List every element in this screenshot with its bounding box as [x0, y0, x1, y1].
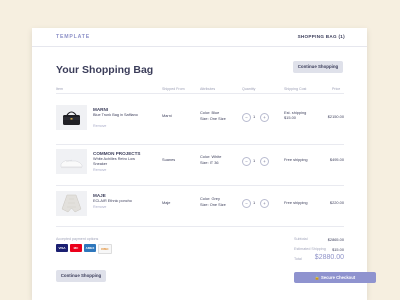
attribute-size: Size: IT 36 [200, 160, 219, 165]
column-header-shipping-cost: Shipping Cost [284, 87, 307, 91]
mastercard-icon: MC [70, 244, 82, 252]
product-thumbnail[interactable] [56, 105, 87, 130]
column-header-item: Item [56, 87, 63, 91]
shopping-bag-link[interactable]: SHOPPING BAG (1) [298, 34, 345, 39]
product-brand: MAJE [93, 193, 106, 198]
poncho-image-icon [61, 194, 82, 213]
decrease-quantity-button[interactable]: − [242, 199, 251, 208]
quantity-stepper: − 1 + [242, 199, 270, 208]
secure-checkout-button[interactable]: 🔒 Secure Checkout [294, 272, 376, 283]
top-bar: TEMPLATE SHOPPING BAG (1) [32, 28, 367, 47]
increase-quantity-button[interactable]: + [260, 113, 269, 122]
decrease-quantity-button[interactable]: − [242, 157, 251, 166]
attribute-size: Size: One Size [200, 116, 226, 121]
lock-icon: 🔒 [314, 275, 320, 280]
remove-item-link[interactable]: Remove [93, 205, 106, 209]
total-label: Total [294, 257, 302, 261]
shipping-cost: Est. shipping $15.00 [284, 110, 307, 121]
shipping-value: $15.00 [332, 247, 344, 252]
amex-card-icon: AMEX [84, 244, 96, 252]
secure-checkout-label: Secure Checkout [320, 275, 356, 280]
continue-shopping-button-bottom[interactable]: Continue Shopping [56, 270, 106, 282]
product-brand: MARNI [93, 107, 109, 112]
attribute-color: Color: Blue [200, 110, 220, 115]
row-divider [56, 226, 344, 227]
subtotal-label: Subtotal [294, 237, 308, 241]
quantity-value[interactable]: 1 [253, 114, 255, 119]
shipped-from: Suanes [162, 157, 176, 162]
row-divider [56, 185, 344, 186]
decrease-quantity-button[interactable]: − [242, 113, 251, 122]
page-title: Your Shopping Bag [56, 64, 154, 76]
quantity-value[interactable]: 1 [253, 200, 255, 205]
visa-card-icon: VISA [56, 244, 68, 252]
item-price: $220.00 [329, 200, 344, 205]
product-name[interactable]: ECLAIR Ethnic poncho [93, 199, 143, 204]
shipping-cost: Free shipping [284, 157, 308, 162]
row-divider [56, 144, 344, 145]
column-header-attributes: Attributes [200, 87, 216, 91]
product-thumbnail[interactable] [56, 191, 87, 216]
column-header-quantity: Quantity [242, 87, 256, 91]
quantity-stepper: − 1 + [242, 113, 270, 122]
quantity-stepper: − 1 + [242, 157, 270, 166]
product-thumbnail[interactable] [56, 149, 87, 174]
quantity-value[interactable]: 1 [253, 158, 255, 163]
increase-quantity-button[interactable]: + [260, 199, 269, 208]
product-name[interactable]: Blue Trunk Bag in Saffiano [93, 113, 143, 118]
header-divider [56, 93, 344, 94]
brand-logo[interactable]: TEMPLATE [56, 34, 90, 40]
discover-card-icon: DISC [98, 244, 112, 254]
product-name[interactable]: White Achilles Retro Low Sneaker [93, 157, 143, 168]
continue-shopping-button-top[interactable]: Continue Shopping [293, 61, 343, 73]
remove-item-link[interactable]: Remove [93, 124, 106, 128]
item-price: $2150.00 [327, 114, 344, 119]
shipped-from: Maje [162, 200, 171, 205]
product-brand: COMMON PROJECTS [93, 151, 141, 156]
bag-image-icon [63, 111, 80, 125]
shipping-cost: Free shipping [284, 200, 308, 205]
column-header-shipped-from: Shipped From [162, 87, 185, 91]
shipping-label: Estimated Shipping [294, 247, 326, 251]
attribute-color: Color: White [200, 154, 222, 159]
total-value: $2880.00 [314, 254, 344, 261]
sneaker-image-icon [60, 159, 83, 169]
increase-quantity-button[interactable]: + [260, 157, 269, 166]
remove-item-link[interactable]: Remove [93, 168, 106, 172]
item-price: $495.00 [329, 157, 344, 162]
shopping-bag-card: TEMPLATE SHOPPING BAG (1) Your Shopping … [32, 28, 376, 300]
payment-options-label: Accepted payment options [56, 237, 99, 241]
attribute-size: Size: One Size [200, 202, 226, 207]
shipped-from: Marni [162, 113, 172, 118]
subtotal-value: $2865.00 [327, 237, 344, 242]
attribute-color: Color: Grey [200, 196, 220, 201]
column-header-price: Price [332, 87, 341, 91]
